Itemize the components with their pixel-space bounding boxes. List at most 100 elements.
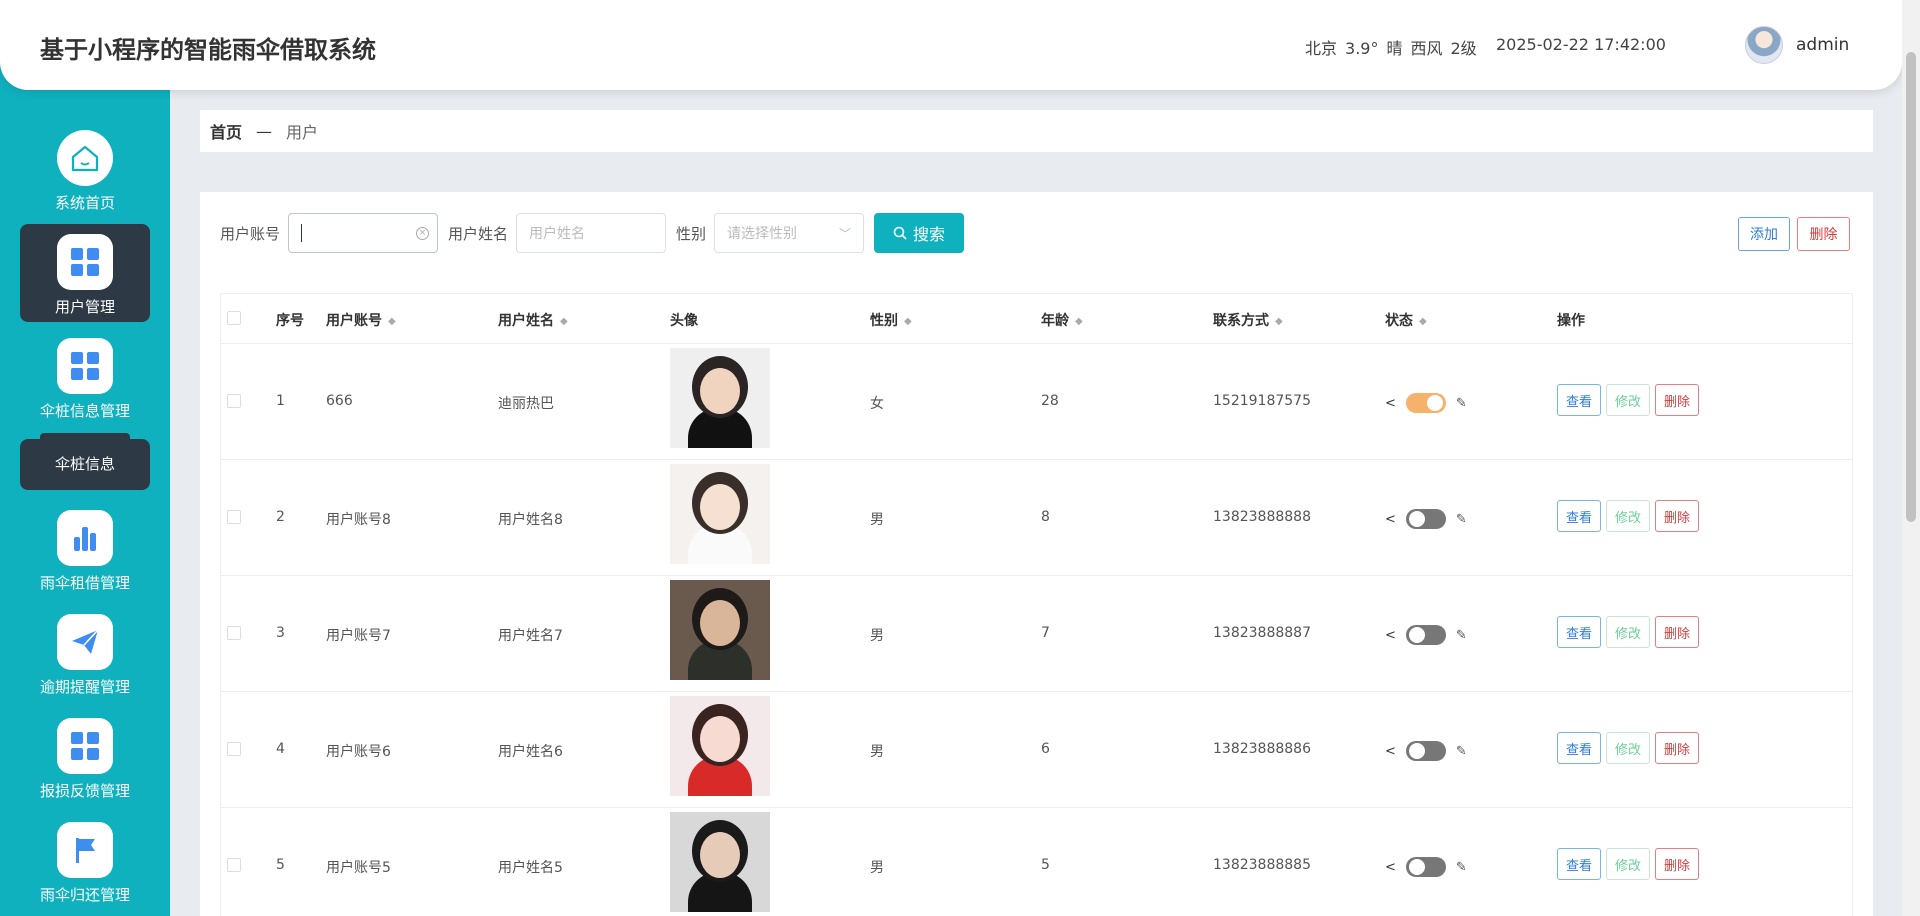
cell-index: 1 bbox=[276, 393, 285, 409]
avatar[interactable] bbox=[1745, 26, 1783, 64]
user-photo[interactable] bbox=[670, 696, 770, 796]
pencil-icon[interactable]: ✎ bbox=[1456, 628, 1467, 643]
sidebar-item-overdue[interactable]: 逾期提醒管理 bbox=[20, 604, 150, 702]
sidebar-item-pile-info[interactable]: 伞桩信息管理 bbox=[20, 328, 150, 426]
delete-button[interactable]: 删除 bbox=[1655, 732, 1700, 764]
cell-name: 迪丽热巴 bbox=[498, 396, 554, 412]
share-icon[interactable]: < bbox=[1385, 396, 1396, 411]
share-icon[interactable]: < bbox=[1385, 744, 1396, 759]
view-button[interactable]: 查看 bbox=[1557, 616, 1602, 648]
view-button[interactable]: 查看 bbox=[1557, 384, 1602, 416]
row-checkbox[interactable] bbox=[227, 858, 241, 872]
edit-button[interactable]: 修改 bbox=[1606, 732, 1651, 764]
pencil-icon[interactable]: ✎ bbox=[1456, 396, 1467, 411]
cell-name: 用户姓名6 bbox=[498, 744, 563, 760]
sort-icon: ◆ bbox=[904, 316, 912, 327]
pencil-icon[interactable]: ✎ bbox=[1456, 860, 1467, 875]
view-button[interactable]: 查看 bbox=[1557, 732, 1602, 764]
cell-phone: 13823888885 bbox=[1213, 857, 1311, 873]
table-row: 2 用户账号8 用户姓名8 男 8 13823888888 < ✎ 查看 修改 … bbox=[221, 460, 1852, 576]
user-name[interactable]: admin bbox=[1796, 35, 1849, 55]
th-age[interactable]: 年龄 ◆ bbox=[1041, 310, 1083, 330]
view-button[interactable]: 查看 bbox=[1557, 848, 1602, 880]
share-icon[interactable]: < bbox=[1385, 860, 1396, 875]
cell-account: 用户账号6 bbox=[326, 744, 391, 760]
cell-gender: 男 bbox=[870, 628, 884, 644]
sidebar-subitem-pile[interactable]: 伞桩信息 bbox=[20, 433, 150, 490]
th-phone[interactable]: 联系方式 ◆ bbox=[1213, 310, 1283, 330]
pencil-icon[interactable]: ✎ bbox=[1456, 512, 1467, 527]
breadcrumb: 首页 — 用户 bbox=[200, 110, 1873, 152]
sidebar-item-label: 伞桩信息管理 bbox=[39, 402, 130, 420]
sidebar-item-return[interactable]: 雨伞归还管理 bbox=[20, 812, 150, 910]
status-toggle[interactable] bbox=[1405, 857, 1446, 877]
pencil-icon[interactable]: ✎ bbox=[1456, 744, 1467, 759]
gender-select[interactable]: 请选择性别 ﹀ bbox=[714, 213, 865, 253]
sidebar-item-home[interactable]: 系统首页 bbox=[20, 120, 150, 218]
cell-phone: 15219187575 bbox=[1213, 393, 1311, 409]
sidebar-item-users[interactable]: 用户管理 bbox=[20, 224, 150, 322]
delete-button[interactable]: 删除 bbox=[1655, 616, 1700, 648]
status-cell: < ✎ bbox=[1385, 625, 1467, 645]
delete-button[interactable]: 删除 bbox=[1655, 384, 1700, 416]
edit-button[interactable]: 修改 bbox=[1606, 384, 1651, 416]
cell-age: 6 bbox=[1041, 741, 1050, 757]
datetime: 2025-02-22 17:42:00 bbox=[1496, 35, 1666, 54]
edit-button[interactable]: 修改 bbox=[1606, 500, 1651, 532]
clear-icon[interactable]: × bbox=[416, 227, 430, 240]
status-toggle[interactable] bbox=[1405, 509, 1446, 529]
user-photo[interactable] bbox=[670, 348, 770, 448]
status-toggle[interactable] bbox=[1405, 741, 1446, 761]
search-button[interactable]: 搜索 bbox=[874, 213, 965, 253]
table-row: 3 用户账号7 用户姓名7 男 7 13823888887 < ✎ 查看 修改 … bbox=[221, 576, 1852, 692]
breadcrumb-home[interactable]: 首页 bbox=[210, 119, 242, 143]
sidebar-item-label: 雨伞租借管理 bbox=[39, 574, 130, 592]
select-all-checkbox[interactable] bbox=[227, 311, 241, 325]
th-status[interactable]: 状态 ◆ bbox=[1385, 310, 1427, 330]
cell-account: 用户账号5 bbox=[326, 860, 391, 876]
sort-icon: ◆ bbox=[1075, 316, 1083, 327]
table-row: 5 用户账号5 用户姓名5 男 5 13823888885 < ✎ 查看 修改 … bbox=[221, 808, 1852, 916]
row-checkbox[interactable] bbox=[227, 626, 241, 640]
edit-button[interactable]: 修改 bbox=[1606, 616, 1651, 648]
cell-gender: 男 bbox=[870, 744, 884, 760]
cell-index: 3 bbox=[276, 625, 285, 641]
row-checkbox[interactable] bbox=[227, 510, 241, 524]
add-button[interactable]: 添加 bbox=[1738, 217, 1790, 251]
sidebar-item-damage[interactable]: 报损反馈管理 bbox=[20, 708, 150, 806]
delete-button[interactable]: 删除 bbox=[1655, 500, 1700, 532]
search-icon bbox=[893, 226, 907, 240]
th-gender[interactable]: 性别 ◆ bbox=[870, 310, 912, 330]
cell-age: 5 bbox=[1041, 857, 1050, 873]
user-photo[interactable] bbox=[670, 812, 770, 912]
page-scrollbar[interactable] bbox=[1902, 0, 1920, 916]
account-input[interactable]: × bbox=[288, 213, 439, 253]
th-account[interactable]: 用户账号 ◆ bbox=[326, 310, 396, 330]
app-title: 基于小程序的智能雨伞借取系统 bbox=[40, 36, 376, 64]
row-actions: 查看 修改 删除 bbox=[1557, 848, 1700, 880]
sidebar-item-rental[interactable]: 雨伞租借管理 bbox=[20, 500, 150, 598]
account-label: 用户账号 bbox=[220, 224, 281, 243]
name-input[interactable]: 用户姓名 bbox=[516, 213, 667, 253]
scroll-thumb[interactable] bbox=[1906, 52, 1916, 522]
edit-button[interactable]: 修改 bbox=[1606, 848, 1651, 880]
batch-delete-button[interactable]: 删除 bbox=[1797, 217, 1850, 251]
sort-icon: ◆ bbox=[388, 316, 396, 327]
row-checkbox[interactable] bbox=[227, 742, 241, 756]
table-body: 1 666 迪丽热巴 女 28 15219187575 < ✎ 查看 修改 删除 bbox=[221, 344, 1852, 916]
share-icon[interactable]: < bbox=[1385, 628, 1396, 643]
row-actions: 查看 修改 删除 bbox=[1557, 500, 1700, 532]
chevron-down-icon: ﹀ bbox=[839, 227, 852, 241]
row-checkbox[interactable] bbox=[227, 394, 241, 408]
sort-icon: ◆ bbox=[1275, 316, 1283, 327]
th-name[interactable]: 用户姓名 ◆ bbox=[498, 310, 568, 330]
share-icon[interactable]: < bbox=[1385, 512, 1396, 527]
view-button[interactable]: 查看 bbox=[1557, 500, 1602, 532]
sort-icon: ◆ bbox=[1419, 316, 1427, 327]
delete-button[interactable]: 删除 bbox=[1655, 848, 1700, 880]
breadcrumb-current: 用户 bbox=[286, 123, 319, 142]
status-toggle[interactable] bbox=[1405, 625, 1446, 645]
status-toggle[interactable] bbox=[1405, 393, 1446, 413]
user-photo[interactable] bbox=[670, 580, 770, 680]
user-photo[interactable] bbox=[670, 464, 770, 564]
